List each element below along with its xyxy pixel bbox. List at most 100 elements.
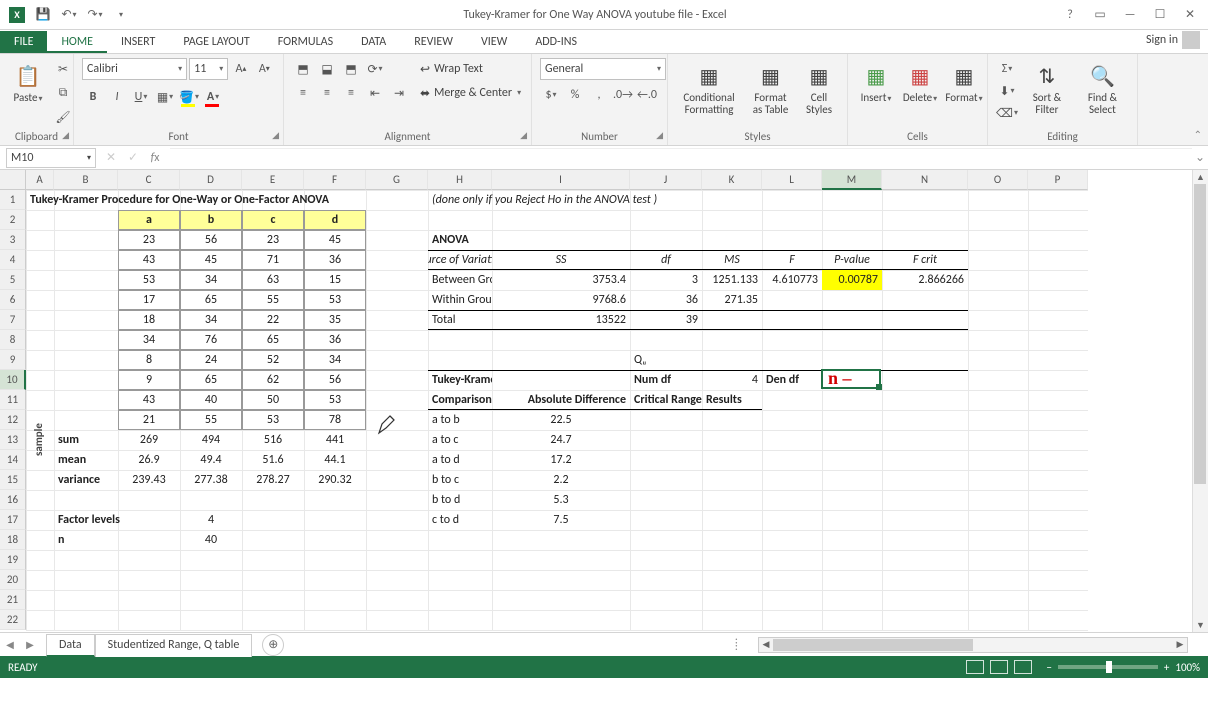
paste-button[interactable]: 📋 Paste▾ (8, 58, 48, 107)
cell[interactable]: Num df (630, 370, 702, 390)
column-header[interactable]: I (492, 170, 630, 190)
cell[interactable]: 49.4 (180, 450, 242, 470)
name-box[interactable]: M10▾ (6, 148, 96, 168)
column-header[interactable]: K (702, 170, 762, 190)
cell[interactable]: SS (492, 250, 630, 270)
cell[interactable]: a (118, 210, 180, 230)
scroll-down-icon[interactable]: ▼ (1193, 618, 1208, 632)
cell[interactable]: 35 (304, 310, 366, 330)
decrease-indent-icon[interactable]: ⇤ (364, 82, 386, 104)
cell[interactable]: 52 (242, 350, 304, 370)
cell[interactable]: 65 (180, 370, 242, 390)
scroll-up-icon[interactable]: ▲ (1193, 170, 1208, 184)
cell[interactable]: 34 (180, 270, 242, 290)
row-header[interactable]: 19 (0, 550, 26, 570)
row-header[interactable]: 8 (0, 330, 26, 350)
zoom-slider[interactable] (1058, 665, 1158, 669)
align-middle-icon[interactable]: ⬓ (316, 58, 338, 80)
hscroll-thumb[interactable] (773, 639, 973, 651)
cell[interactable]: 62 (242, 370, 304, 390)
cell[interactable]: 17.2 (492, 450, 630, 470)
row-header[interactable]: 15 (0, 470, 26, 490)
zoom-out-icon[interactable]: − (1046, 661, 1051, 674)
number-format-select[interactable]: General▾ (540, 58, 666, 80)
cell[interactable]: 24 (180, 350, 242, 370)
cell[interactable]: df (630, 250, 702, 270)
font-color-icon[interactable]: A▾ (202, 86, 224, 108)
cell[interactable]: 4 (180, 510, 242, 530)
cell[interactable]: 34 (304, 350, 366, 370)
cell[interactable]: c to d (428, 510, 492, 530)
cell[interactable]: 51.6 (242, 450, 304, 470)
alignment-dialog-icon[interactable]: ◢ (520, 130, 527, 141)
cell[interactable]: b (180, 210, 242, 230)
tab-home[interactable]: HOME (47, 31, 107, 53)
cell[interactable]: 290.32 (304, 470, 366, 490)
align-right-icon[interactable]: ≡ (340, 82, 362, 104)
cell[interactable]: 516 (242, 430, 304, 450)
signin-link[interactable]: Sign in (1138, 27, 1208, 53)
undo-icon[interactable]: ↶▾ (58, 4, 80, 26)
column-header[interactable]: G (366, 170, 428, 190)
zoom-control[interactable]: − + 100% (1046, 661, 1200, 674)
cell[interactable]: n (54, 530, 118, 550)
row-header[interactable]: 11 (0, 390, 26, 410)
cell[interactable]: 45 (304, 230, 366, 250)
cell[interactable]: 18 (118, 310, 180, 330)
ribbon-display-icon[interactable]: ▭ (1088, 5, 1112, 25)
column-header[interactable]: N (882, 170, 968, 190)
format-painter-icon[interactable]: 🖌 (52, 106, 74, 128)
copy-icon[interactable]: ⧉ (52, 82, 74, 104)
column-header[interactable]: D (180, 170, 242, 190)
cell[interactable]: a to d (428, 450, 492, 470)
cell[interactable]: 45 (180, 250, 242, 270)
cell[interactable]: 65 (242, 330, 304, 350)
column-header[interactable]: P (1028, 170, 1088, 190)
clipboard-dialog-icon[interactable]: ◢ (62, 130, 69, 141)
cell[interactable]: 34 (118, 330, 180, 350)
column-header[interactable]: F (304, 170, 366, 190)
cell[interactable]: Source of Variation (428, 250, 492, 270)
delete-cells-button[interactable]: ▦Delete▾ (900, 58, 940, 107)
scroll-right-icon[interactable]: ▶ (1173, 638, 1187, 652)
font-name-select[interactable]: Calibri▾ (82, 58, 187, 80)
increase-font-icon[interactable]: A▴ (230, 58, 251, 80)
column-header[interactable]: C (118, 170, 180, 190)
cell[interactable]: 17 (118, 290, 180, 310)
row-header[interactable]: 20 (0, 570, 26, 590)
cell[interactable]: 36 (304, 330, 366, 350)
tab-page-layout[interactable]: PAGE LAYOUT (169, 31, 263, 53)
cell[interactable]: 26.9 (118, 450, 180, 470)
row-header[interactable]: 5 (0, 270, 26, 290)
cell[interactable]: 1251.133 (702, 270, 762, 290)
cell[interactable]: 53 (118, 270, 180, 290)
cell[interactable]: 7.5 (492, 510, 630, 530)
row-header[interactable]: 17 (0, 510, 26, 530)
minimize-icon[interactable]: — (1118, 5, 1142, 25)
row-header[interactable]: 9 (0, 350, 26, 370)
clear-icon[interactable]: ⌫▾ (996, 102, 1018, 124)
cell[interactable]: (done only if you Reject Ho in the ANOVA… (428, 190, 822, 210)
cell[interactable]: 53 (304, 390, 366, 410)
cell[interactable]: variance (54, 470, 118, 490)
cell[interactable]: 13522 (492, 310, 630, 330)
fill-color-icon[interactable]: 🪣▾ (178, 86, 200, 108)
bold-icon[interactable]: B (82, 86, 104, 108)
page-break-view-icon[interactable] (1014, 660, 1032, 674)
cell[interactable]: 4.610773 (762, 270, 822, 290)
sheet-nav-next-icon[interactable]: ▶ (20, 638, 40, 651)
cell[interactable]: 23 (242, 230, 304, 250)
font-size-select[interactable]: 11▾ (189, 58, 228, 80)
tab-add-ins[interactable]: ADD-INS (521, 31, 591, 53)
font-dialog-icon[interactable]: ◢ (272, 130, 279, 141)
cell[interactable]: a to c (428, 430, 492, 450)
row-header[interactable]: 6 (0, 290, 26, 310)
vertical-scrollbar[interactable]: ▲ ▼ (1192, 170, 1208, 632)
sheet-tab[interactable]: Data (46, 634, 95, 657)
row-header[interactable]: 22 (0, 610, 26, 630)
redo-icon[interactable]: ↷▾ (84, 4, 106, 26)
cell[interactable]: 5.3 (492, 490, 630, 510)
row-header[interactable]: 3 (0, 230, 26, 250)
tab-formulas[interactable]: FORMULAS (264, 31, 347, 53)
cell[interactable]: F (762, 250, 822, 270)
